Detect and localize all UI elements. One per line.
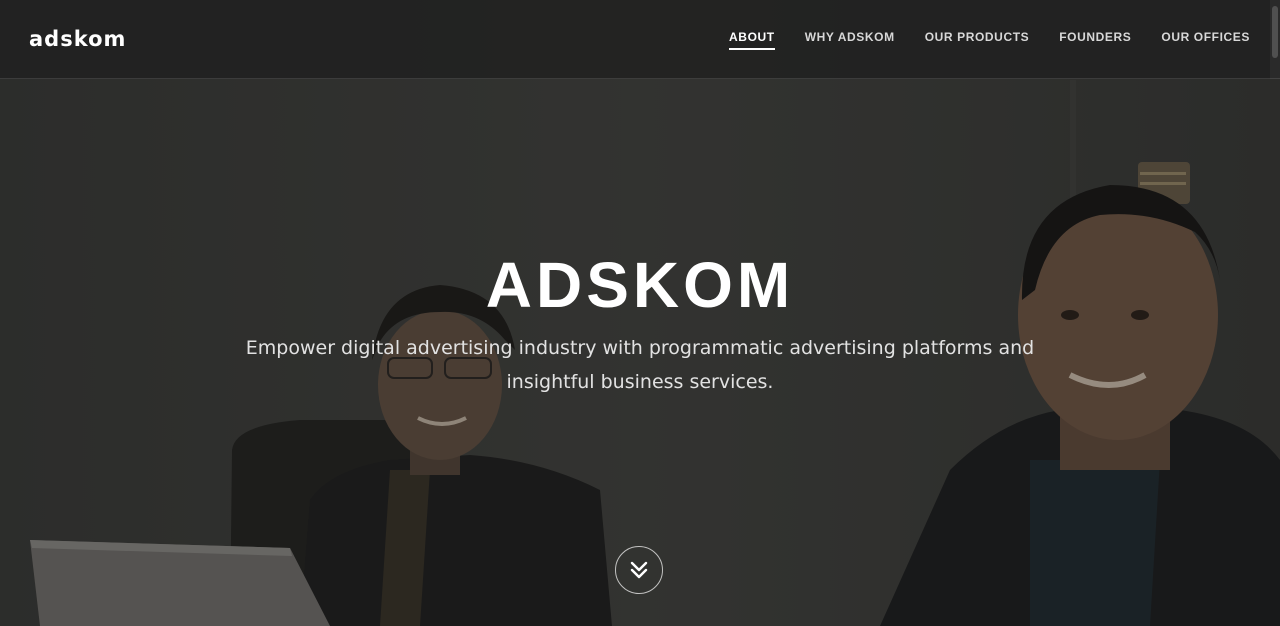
nav-menu: ABOUT WHY ADSKOM OUR PRODUCTS FOUNDERS O… <box>729 0 1250 79</box>
scrollbar[interactable] <box>1270 0 1280 79</box>
hero-tagline: Empower digital advertising industry wit… <box>245 337 1035 393</box>
nav-item-why-adskom[interactable]: WHY ADSKOM <box>805 30 895 50</box>
hero-title: ADSKOM <box>485 249 795 321</box>
nav-item-founders[interactable]: FOUNDERS <box>1059 30 1131 50</box>
nav-item-about[interactable]: ABOUT <box>729 30 775 50</box>
nav-item-our-products[interactable]: OUR PRODUCTS <box>925 30 1030 50</box>
hero-section: adskom ABOUT WHY ADSKOM OUR PRODUCTS FOU… <box>0 0 1280 626</box>
nav-item-our-offices[interactable]: OUR OFFICES <box>1161 30 1250 50</box>
top-navbar: adskom ABOUT WHY ADSKOM OUR PRODUCTS FOU… <box>0 0 1280 79</box>
brand-logo[interactable]: adskom <box>29 27 126 51</box>
scroll-down-button[interactable] <box>615 546 663 594</box>
scrollbar-thumb[interactable] <box>1272 6 1278 58</box>
double-chevron-down-icon <box>630 561 648 579</box>
